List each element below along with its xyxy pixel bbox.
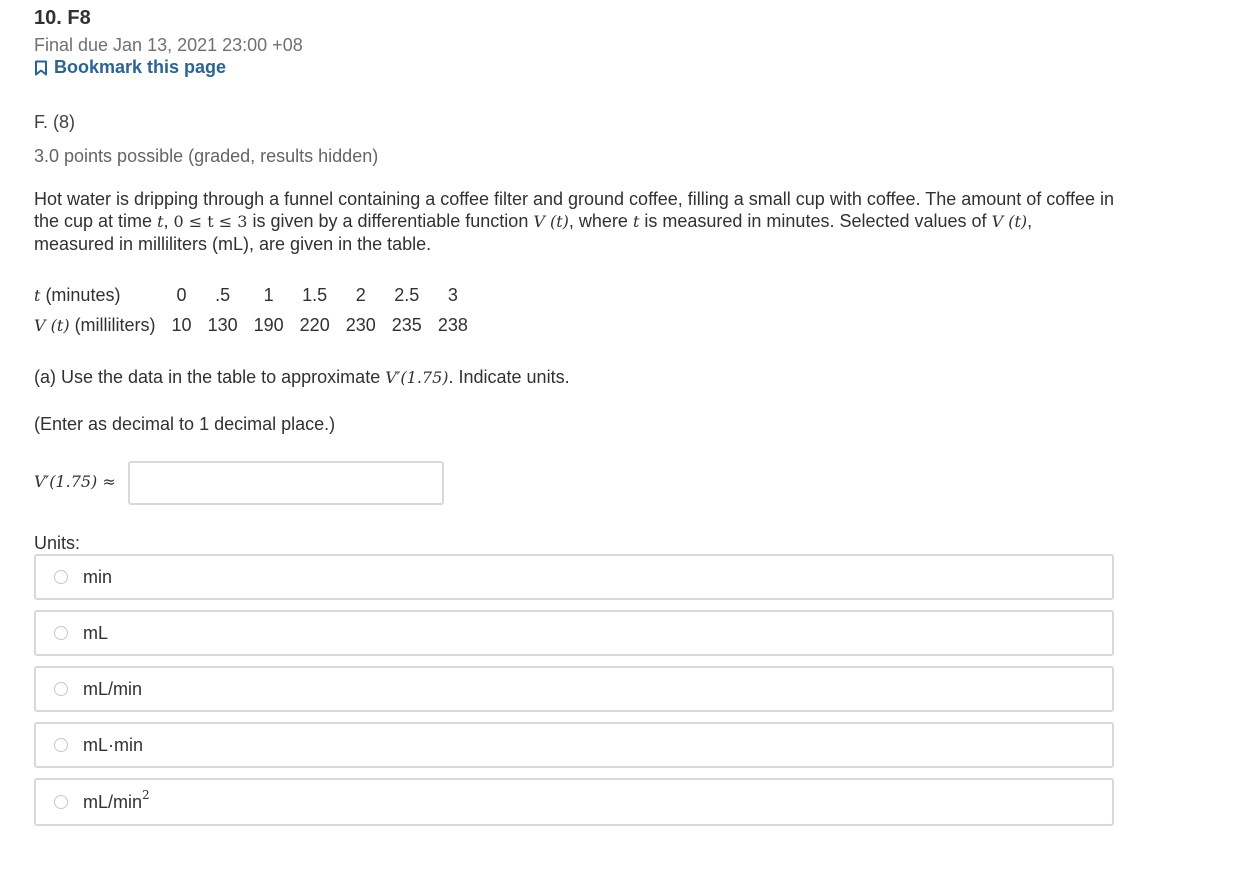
problem-page: 10. F8 Final due Jan 13, 2021 23:00 +08 … (0, 0, 1234, 882)
answer-label: V′(1.75) ≈ (34, 472, 116, 491)
table-row: V (t) (milliliters) 10 130 190 220 230 2… (28, 310, 476, 340)
part-a-question: (a) Use the data in the table to approxi… (34, 367, 570, 387)
unit-option-ml[interactable]: mL (34, 610, 1114, 656)
option-label: mL/min2 (83, 787, 150, 812)
option-label: mL (83, 622, 109, 643)
problem-prompt: Hot water is dripping through a funnel c… (34, 189, 1115, 254)
bookmark-button[interactable]: Bookmark this page (34, 57, 226, 78)
superscript: 2 (142, 787, 150, 802)
table-cell: 0 (176, 284, 187, 305)
units-label: Units: (34, 533, 81, 553)
option-label: min (83, 566, 113, 587)
unit-title: 10. F8 (34, 7, 91, 29)
radio-button[interactable] (54, 738, 68, 752)
unit-option-min[interactable]: min (34, 554, 1114, 600)
table-row: t (minutes) 0 .5 1 1.5 2 2.5 3 (28, 280, 476, 310)
radio-button[interactable] (54, 682, 68, 696)
table-cell: 220 (299, 314, 330, 335)
bookmark-label: Bookmark this page (54, 57, 227, 77)
table-cell: 2 (355, 284, 366, 305)
radio-button[interactable] (54, 570, 68, 584)
table-cell: 235 (391, 314, 422, 335)
bookmark-icon (34, 60, 48, 76)
radio-button[interactable] (54, 626, 68, 640)
unit-option-ml-per-min-squared[interactable]: mL/min2 (34, 778, 1114, 826)
table-cell: 238 (437, 314, 468, 335)
table-cell: 130 (207, 314, 238, 335)
option-label: mL·min (83, 734, 144, 755)
table-cell: .5 (215, 284, 231, 305)
table-cell: 2.5 (394, 284, 420, 305)
row-header-volume: V (t) (milliliters) (34, 314, 156, 335)
points-possible: 3.0 points possible (graded, results hid… (34, 146, 379, 166)
table-cell: 190 (253, 314, 284, 335)
data-table: t (minutes) 0 .5 1 1.5 2 2.5 3 V (t) (mi… (28, 280, 476, 340)
problem-name: F. (8) (34, 112, 76, 132)
table-cell: 230 (345, 314, 376, 335)
answer-input[interactable] (128, 461, 444, 505)
table-cell: 1 (263, 284, 274, 305)
unit-option-ml-times-min[interactable]: mL·min (34, 722, 1114, 768)
unit-option-ml-per-min[interactable]: mL/min (34, 666, 1114, 712)
decimal-hint: (Enter as decimal to 1 decimal place.) (34, 414, 336, 434)
row-header-time: t (minutes) (34, 284, 121, 305)
radio-button[interactable] (54, 795, 68, 809)
due-date: Final due Jan 13, 2021 23:00 +08 (34, 35, 303, 55)
option-label: mL/min (83, 678, 143, 699)
table-cell: 10 (171, 314, 192, 335)
table-cell: 3 (447, 284, 458, 305)
table-cell: 1.5 (302, 284, 328, 305)
